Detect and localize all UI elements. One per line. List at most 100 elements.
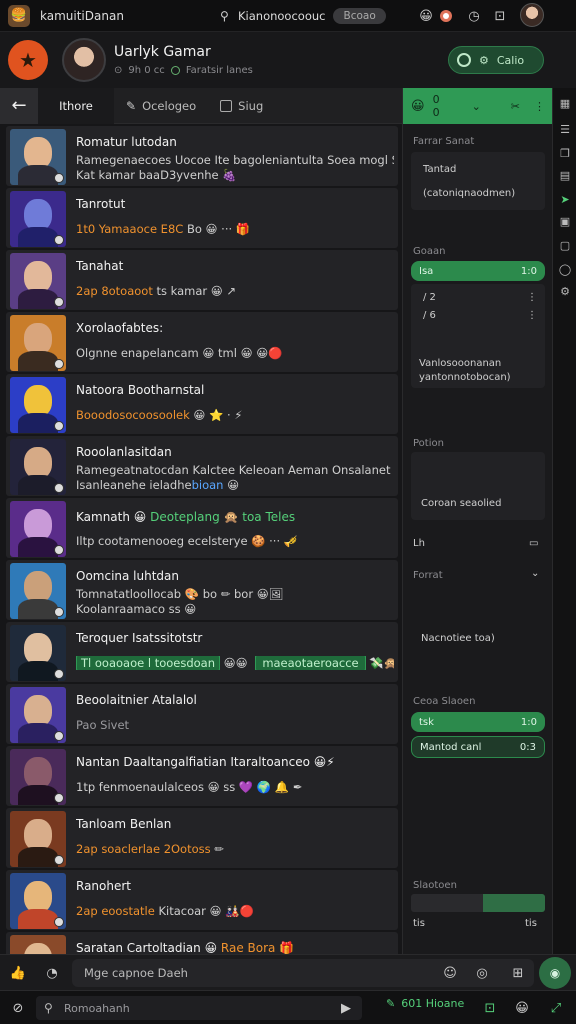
play-icon[interactable]: ▶: [336, 998, 356, 1018]
chat-row[interactable]: Saratan Cartoltadian 😀 Rae Bora 🎁: [6, 932, 398, 954]
settings-glyph-icon: ⚙: [479, 53, 489, 67]
chat-row[interactable]: Tanloam Benlan 2ap soaclerlae 2Ootoss ✏: [6, 808, 398, 868]
bell-emoji-icon[interactable]: 😀: [416, 6, 436, 26]
card-row[interactable]: / 6: [423, 310, 436, 321]
kebab-icon[interactable]: ⋮: [527, 292, 537, 303]
chat-row[interactable]: Oomcina luhtdan Tomnatatloollocab 🎨 bo ✏…: [6, 560, 398, 620]
chat-row[interactable]: Tanahat 2ap 8otoaoot ts kamar 😀 ↗: [6, 250, 398, 310]
chat-thumbnail: [10, 191, 66, 247]
record-icon[interactable]: [436, 6, 456, 26]
chat-preview-2: Koolanraamaco ss 😀: [76, 602, 197, 616]
score-pill[interactable]: tsk 1:0: [411, 712, 545, 732]
panel-header[interactable]: 😀 0 0 ⌄ ✂ ⋮: [403, 88, 553, 124]
circle-icon[interactable]: ◯: [558, 262, 572, 276]
copy-icon[interactable]: ❐: [558, 146, 572, 160]
chat-title: Natoora Bootharnstal: [76, 383, 205, 397]
camera-icon[interactable]: ⊡: [480, 998, 500, 1018]
progress-bar[interactable]: [411, 894, 545, 912]
app-title: kamuitiDanan: [40, 8, 124, 23]
bottom-search-text: Romoahanh: [64, 1001, 130, 1015]
preview-highlight: 2ap 8otoaoot: [76, 284, 153, 298]
chat-preview: 1t0 Yamaaoce E8C Bo 😀 ··· 🎁: [76, 222, 394, 236]
chevron-down-icon[interactable]: ⌄: [531, 568, 539, 579]
clock-icon[interactable]: ◷: [464, 6, 484, 26]
bottom-search[interactable]: ⚲ Romoahanh: [36, 996, 362, 1020]
more-icon[interactable]: ⋮: [534, 100, 545, 113]
chat-thumbnail: [10, 439, 66, 495]
profile-avatar[interactable]: [62, 38, 106, 82]
list-icon[interactable]: ☰: [558, 122, 572, 136]
chevron-down-icon[interactable]: ⌄: [472, 100, 481, 113]
chat-row[interactable]: Rooolanlasitdan Ramegeatnatocdan Kalctee…: [6, 436, 398, 496]
cursor-icon[interactable]: ➤: [558, 192, 572, 206]
preview-link[interactable]: bioan: [192, 478, 224, 492]
tab-ocelogeo[interactable]: ✎ Ocelogeo: [114, 88, 208, 124]
chat-row[interactable]: Romatur lutodan Ramegenaecoes Uocoe Ite …: [6, 126, 398, 186]
game-logo-icon[interactable]: ★: [8, 40, 48, 80]
tab-siug[interactable]: Siug: [208, 88, 275, 124]
bottom-status[interactable]: ✎ 601 Hioane: [386, 997, 464, 1010]
preview-text: 😀😀: [220, 656, 252, 670]
send-button[interactable]: ◉: [539, 957, 571, 989]
preview-rest: ✏: [210, 842, 224, 856]
kebab-icon[interactable]: ⋮: [527, 310, 537, 321]
search-icon: ⚲: [44, 1001, 53, 1015]
chat-row[interactable]: Teroquer Isatssitotstr Tl ooaoaoe l tooe…: [6, 622, 398, 682]
stop-icon[interactable]: ⊡: [490, 6, 510, 26]
pill-right: 1:0: [520, 716, 537, 728]
emoji-icon[interactable]: ☺: [440, 963, 460, 983]
chat-row[interactable]: Tanrotut 1t0 Yamaaoce E8C Bo 😀 ··· 🎁: [6, 188, 398, 248]
chat-row[interactable]: Xorolaofabtes: Olgnne enapelancam 😀 tml …: [6, 312, 398, 372]
tag-pill[interactable]: maeaotaeroacce: [255, 656, 366, 670]
compass-icon[interactable]: ⊘: [8, 998, 28, 1018]
follow-button[interactable]: ⚙ Calio: [448, 46, 544, 74]
section-card: Coroan seaolied: [411, 452, 545, 520]
emoji-icon[interactable]: 😀: [512, 998, 532, 1018]
bottom-bar: ⊘ ⚲ Romoahanh ▶ ✎ 601 Hioane ⊡ 😀 ⤢: [0, 990, 576, 1024]
chat-icon[interactable]: ◔: [42, 963, 62, 983]
chat-row[interactable]: Beoolaitnier Atalalol Pao Sivet: [6, 684, 398, 744]
pill-left: Isa: [419, 265, 434, 277]
tab-home[interactable]: Ithore: [38, 87, 114, 124]
profile-name: Uarlyk Gamar: [114, 44, 211, 60]
chat-bubble-icon[interactable]: ▭: [529, 538, 538, 549]
grid-icon[interactable]: ⊞: [508, 963, 528, 983]
tools-icon[interactable]: ✂: [511, 100, 520, 113]
section-label: Potion: [413, 438, 444, 449]
grid-icon[interactable]: ▦: [558, 96, 572, 110]
gif-icon[interactable]: ◎: [472, 963, 492, 983]
chat-row[interactable]: Nantan Daaltangalfiatian Itaraltoanceo 😀…: [6, 746, 398, 806]
status-label: 601 Hioane: [401, 997, 465, 1010]
chat-row[interactable]: Kamnath 😀 Deoteplang 🙊 toa Teles Iltp co…: [6, 498, 398, 558]
chat-title: Kamnath 😀 Deoteplang 🙊 toa Teles: [76, 510, 394, 524]
tag-pill[interactable]: Tl ooaoaoe l tooesdoan: [76, 656, 221, 670]
user-avatar[interactable]: [520, 3, 544, 27]
card-item[interactable]: (catoniqnaodmen): [423, 188, 515, 199]
chat-thumbnail: [10, 687, 66, 743]
settings-icon[interactable]: ⚙: [558, 284, 572, 298]
grid-small-icon[interactable]: ▣: [558, 214, 572, 228]
page-icon[interactable]: ▢: [558, 238, 572, 252]
right-panel: 😀 0 0 ⌄ ✂ ⋮ Farrar Sanat Tantad (catoniq…: [402, 88, 553, 954]
expand-icon[interactable]: ⤢: [546, 998, 566, 1018]
score-pill[interactable]: Mantod canl 0:3: [411, 736, 545, 758]
card-footer: Lh: [413, 538, 425, 549]
thumbs-up-icon[interactable]: 👍: [8, 963, 28, 983]
search-bar[interactable]: ⚲ Kianonoocoouc Bcoao: [220, 5, 430, 27]
search-filter-pill[interactable]: Bcoao: [333, 7, 386, 24]
score-pill[interactable]: Isa 1:0: [411, 261, 545, 281]
card-text: Nacnotiee toa): [421, 633, 495, 644]
tab-bar: ← Ithore ✎ Ocelogeo Siug: [0, 87, 402, 124]
message-input[interactable]: Mge capnoe Daeh: [72, 959, 534, 987]
card-row[interactable]: / 2: [423, 292, 436, 303]
book-icon[interactable]: ▤: [558, 168, 572, 182]
card-item-active[interactable]: Tantad: [423, 164, 456, 175]
chat-title: Oomcina luhtdan: [76, 569, 180, 583]
section-card[interactable]: Tantad (catoniqnaodmen): [411, 152, 545, 210]
back-arrow-icon[interactable]: ←: [0, 87, 38, 124]
chat-row[interactable]: Ranohert 2ap eoostatle Kitacoar 😀 🎎🔴: [6, 870, 398, 930]
chat-title: Rooolanlasitdan: [76, 445, 172, 459]
app-logo-icon[interactable]: 🍔: [8, 4, 30, 27]
chat-row[interactable]: Natoora Bootharnstal Booodosocoosoolek 😀…: [6, 374, 398, 434]
card-text: yantonnotobocan): [419, 372, 511, 383]
